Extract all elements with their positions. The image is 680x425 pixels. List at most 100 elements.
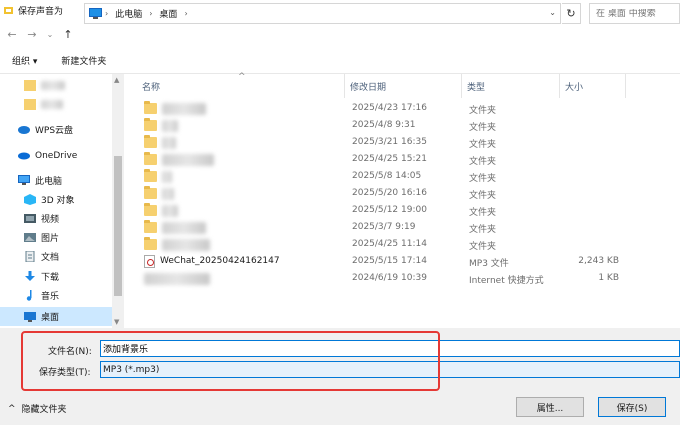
file-type: 文件夹 <box>469 157 497 167</box>
redacted-name <box>162 239 210 251</box>
file-date: 2025/4/23 17:16 <box>352 103 427 113</box>
table-row[interactable]: 2025/5/12 19:00 文件夹 <box>132 203 680 220</box>
up-arrow-icon[interactable]: ↑ <box>60 26 76 42</box>
search-box[interactable] <box>589 3 680 24</box>
nav-item-music[interactable]: 音乐 <box>24 286 124 305</box>
video-icon <box>24 214 36 223</box>
chevron-right-icon: › <box>105 9 109 18</box>
recent-dropdown-icon[interactable]: ⌄ <box>42 26 58 42</box>
navigation-pane: WPS云盘 OneDrive 此电脑 3D 对象 视频 图片 文档 下载 音乐 … <box>0 74 124 328</box>
file-list: ^ 名称 修改日期 类型 大小 2025/4/23 17:16 文件夹 2025… <box>132 72 680 328</box>
breadcrumb-desktop[interactable]: 桌面 <box>155 7 181 20</box>
folder-icon <box>144 101 157 114</box>
file-type: 文件夹 <box>469 242 497 252</box>
back-arrow-icon[interactable]: ← <box>4 26 20 42</box>
table-row[interactable]: 2025/4/25 15:21 文件夹 <box>132 152 680 169</box>
nav-item-videos[interactable]: 视频 <box>24 209 124 228</box>
refresh-icon[interactable]: ↻ <box>562 3 581 24</box>
save-button[interactable]: 保存(S) <box>598 397 666 417</box>
nav-item-this-pc[interactable]: 此电脑 <box>18 171 124 190</box>
chevron-down-icon[interactable]: ⌄ <box>549 8 556 17</box>
document-icon <box>25 251 35 262</box>
nav-item-desktop[interactable]: 桌面 <box>0 307 112 326</box>
redacted-name <box>162 222 206 234</box>
file-date: 2024/6/19 10:39 <box>352 273 427 283</box>
table-row[interactable]: WeChat_20250424162147 2025/5/15 17:14 MP… <box>132 254 680 271</box>
music-icon <box>26 290 32 301</box>
folder-icon <box>24 80 36 91</box>
column-header-size[interactable]: 大小 <box>565 74 625 98</box>
nav-item-3d-objects[interactable]: 3D 对象 <box>24 190 124 209</box>
nav-item-downloads[interactable]: 下载 <box>24 267 124 286</box>
column-divider[interactable] <box>625 74 626 98</box>
nav-item-onedrive[interactable]: OneDrive <box>18 146 124 165</box>
folder-icon <box>144 135 157 148</box>
file-size: 1 KB <box>598 273 619 283</box>
table-row[interactable]: 2025/3/21 16:35 文件夹 <box>132 135 680 152</box>
folder-icon <box>144 203 157 216</box>
folder-icon <box>144 118 157 131</box>
column-header-name[interactable]: 名称 <box>142 74 348 98</box>
file-type: 文件夹 <box>469 123 497 133</box>
nav-item-folder-hidden-2[interactable] <box>24 95 124 114</box>
nav-scrollbar[interactable]: ▲ ▼ <box>112 74 124 328</box>
column-divider[interactable] <box>559 74 560 98</box>
table-row[interactable]: 2025/3/7 9:19 文件夹 <box>132 220 680 237</box>
nav-item-documents[interactable]: 文档 <box>24 247 124 266</box>
scroll-up-icon[interactable]: ▲ <box>114 76 119 84</box>
nav-item-pictures[interactable]: 图片 <box>24 228 124 247</box>
file-date: 2025/4/25 11:14 <box>352 239 427 249</box>
window-title: 保存声音为 <box>18 6 64 17</box>
file-type: 文件夹 <box>469 225 497 235</box>
scroll-down-icon[interactable]: ▼ <box>114 318 119 326</box>
redacted-name <box>162 205 178 217</box>
search-input[interactable] <box>596 8 676 19</box>
file-type: 文件夹 <box>469 208 497 218</box>
folder-icon <box>144 237 157 250</box>
table-row[interactable]: 2025/4/23 17:16 文件夹 <box>132 101 680 118</box>
table-row[interactable]: 2025/5/20 16:16 文件夹 <box>132 186 680 203</box>
column-header-type[interactable]: 类型 <box>467 74 557 98</box>
nav-item-label: 此电脑 <box>35 177 63 187</box>
nav-item-label: 音乐 <box>41 292 60 302</box>
folder-icon <box>144 152 157 165</box>
column-divider[interactable] <box>461 74 462 98</box>
redacted-name <box>144 273 210 285</box>
app-icon <box>4 6 13 14</box>
nav-item-label: 3D 对象 <box>41 196 75 206</box>
redacted-name <box>162 137 176 149</box>
file-type: 文件夹 <box>469 140 497 150</box>
table-row[interactable]: 2025/4/25 11:14 文件夹 <box>132 237 680 254</box>
address-bar[interactable]: › 此电脑 › 桌面 › ⌄ <box>84 3 561 24</box>
file-type: Internet 快捷方式 <box>469 276 544 286</box>
column-label: 类型 <box>467 82 486 93</box>
download-icon <box>25 271 35 281</box>
hide-folders-toggle[interactable]: ^ 隐藏文件夹 <box>8 402 67 416</box>
nav-item-label: 视频 <box>41 215 60 225</box>
address-row: ← → ⌄ ↑ <box>0 20 680 48</box>
new-folder-button[interactable]: 新建文件夹 <box>49 54 118 67</box>
redacted-name <box>162 188 174 200</box>
forward-arrow-icon[interactable]: → <box>24 26 40 42</box>
table-row[interactable]: 2025/4/8 9:31 文件夹 <box>132 118 680 135</box>
file-type: 文件夹 <box>469 174 497 184</box>
nav-item-wps-cloud[interactable]: WPS云盘 <box>18 120 124 139</box>
nav-item-label: 文档 <box>41 253 60 263</box>
picture-icon <box>24 233 36 242</box>
table-row[interactable]: 2024/6/19 10:39 Internet 快捷方式 1 KB <box>132 271 680 288</box>
onedrive-icon <box>18 152 30 160</box>
redacted-name <box>162 120 178 132</box>
organize-menu-button[interactable]: 组织 ▾ <box>0 54 49 67</box>
file-date: 2025/4/25 15:21 <box>352 154 427 164</box>
column-header-date[interactable]: 修改日期 <box>350 74 460 98</box>
file-date: 2025/5/12 19:00 <box>352 205 427 215</box>
breadcrumb-this-pc[interactable]: 此电脑 <box>111 7 146 20</box>
computer-icon <box>18 175 30 185</box>
nav-item-folder-hidden-1[interactable] <box>24 76 124 95</box>
column-divider[interactable] <box>344 74 345 98</box>
properties-button[interactable]: 属性... <box>516 397 584 417</box>
table-row[interactable]: 2025/5/8 14:05 文件夹 <box>132 169 680 186</box>
cube-icon <box>24 194 36 205</box>
scrollbar-thumb[interactable] <box>114 156 122 296</box>
mp3-file-icon <box>144 255 155 268</box>
